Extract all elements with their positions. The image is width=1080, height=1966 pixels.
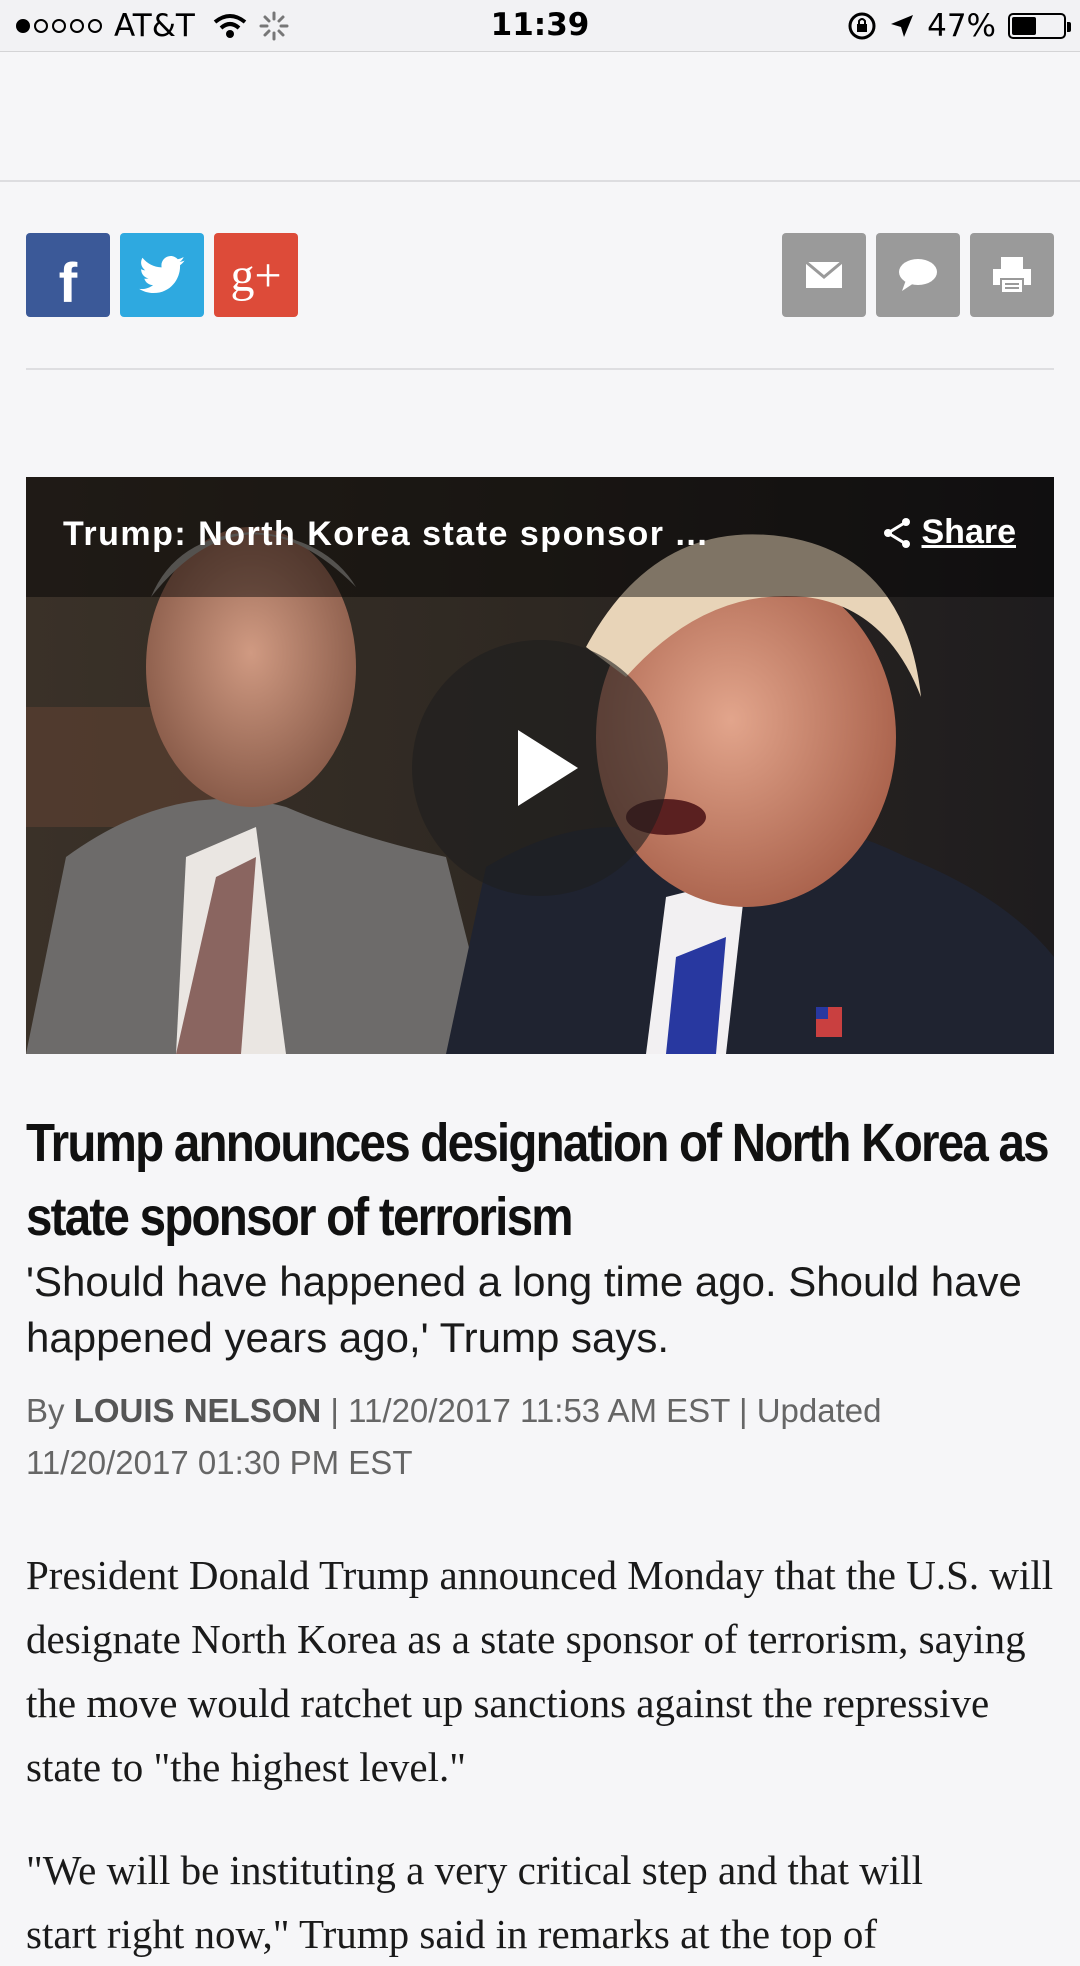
byline-separator: | <box>330 1392 339 1429</box>
article-paragraph: President Donald Trump announced Monday … <box>26 1552 1054 1790</box>
updated-date: 11/20/2017 01:30 PM EST <box>26 1444 413 1481</box>
printer-icon <box>993 257 1031 294</box>
status-right: 47% <box>847 8 1071 44</box>
facebook-icon: f <box>58 250 78 314</box>
location-arrow-icon <box>891 15 914 37</box>
googleplus-icon: g+ <box>230 248 282 302</box>
video-share-button[interactable]: Share <box>882 513 1017 552</box>
email-share-button[interactable] <box>782 233 866 317</box>
facebook-share-button[interactable]: f <box>26 233 110 317</box>
published-date: 11/20/2017 11:53 AM EST <box>348 1392 730 1429</box>
article-paragraph-line: "We will be instituting a very critical … <box>26 1847 923 1893</box>
rotation-lock-icon <box>848 12 876 40</box>
article-byline: By LOUIS NELSON | 11/20/2017 11:53 AM ES… <box>26 1385 1056 1489</box>
article-paragraph: "We will be instituting a very critical … <box>26 1838 1080 1966</box>
play-icon <box>518 730 578 806</box>
share-toolbar: f g+ <box>26 233 1054 317</box>
video-player[interactable]: Trump: North Korea state sponsor ... Sha… <box>26 477 1054 1054</box>
comments-button[interactable] <box>876 233 960 317</box>
updated-prefix: Updated <box>756 1392 882 1429</box>
envelope-icon <box>805 261 843 288</box>
article-paragraph-line: start right now," Trump said in remarks … <box>26 1911 878 1957</box>
video-share-label: Share <box>921 513 1017 551</box>
speech-bubble-icon <box>899 259 937 291</box>
byline-prefix: By <box>26 1392 65 1429</box>
author-link[interactable]: LOUIS NELSON <box>74 1392 322 1429</box>
article-subheadline: 'Should have happened a long time ago. S… <box>26 1258 1022 1361</box>
googleplus-share-button[interactable]: g+ <box>214 233 298 317</box>
share-icon <box>883 517 910 548</box>
status-bar: AT&T 11:39 47% <box>0 0 1080 52</box>
article-headline: Trump announces designation of North Kor… <box>26 1113 1050 1247</box>
share-divider <box>26 368 1054 370</box>
battery-percentage: 47% <box>927 8 996 44</box>
video-title: Trump: North Korea state sponsor ... <box>63 515 709 553</box>
twitter-icon <box>139 256 185 294</box>
battery-icon <box>1008 13 1071 39</box>
play-button[interactable] <box>412 640 668 896</box>
top-ad-space <box>0 52 1080 182</box>
byline-separator: | <box>738 1392 748 1429</box>
print-button[interactable] <box>970 233 1054 317</box>
twitter-share-button[interactable] <box>120 233 204 317</box>
